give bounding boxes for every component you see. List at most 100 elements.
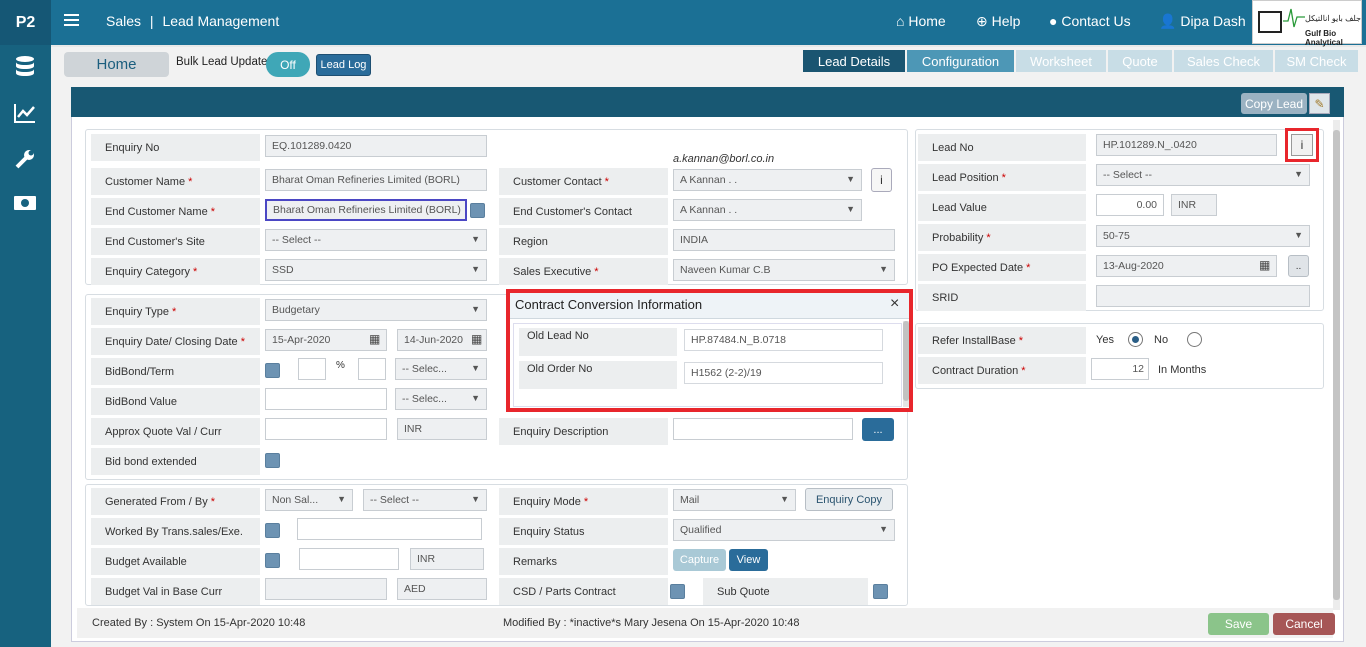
capture-button[interactable]: Capture xyxy=(673,549,726,571)
calendar-icon[interactable]: ▦ xyxy=(1259,258,1270,272)
database-icon[interactable] xyxy=(12,54,38,80)
generated-from-label: Generated From / By * xyxy=(91,488,260,515)
lead-value-field[interactable]: 0.00 xyxy=(1096,194,1164,216)
calendar-icon[interactable]: ▦ xyxy=(369,332,380,346)
generated-by-select[interactable]: -- Select -- xyxy=(363,489,487,511)
contact-info-icon[interactable]: i xyxy=(871,168,892,192)
enquiry-copy-button[interactable]: Enquiry Copy xyxy=(805,488,893,511)
copy-lead-button[interactable]: Copy Lead xyxy=(1241,93,1307,114)
lead-info-icon[interactable]: i xyxy=(1291,134,1313,156)
old-lead-label: Old Lead No xyxy=(519,328,677,356)
approx-quote-currency: INR xyxy=(397,418,487,440)
sub-quote-checkbox[interactable] xyxy=(873,584,888,599)
logo-english-text: Gulf Bio Analytical xyxy=(1305,29,1343,47)
end-customer-contact-select[interactable]: A Kannan . . xyxy=(673,199,862,221)
nav-home[interactable]: ⌂ Home xyxy=(896,13,946,29)
budget-base-field xyxy=(265,578,387,600)
contract-duration-field[interactable]: 12 xyxy=(1091,358,1149,380)
bidbond-value-label: BidBond Value xyxy=(91,388,260,415)
tab-lead-details[interactable]: Lead Details xyxy=(803,50,905,72)
tab-worksheet[interactable]: Worksheet xyxy=(1016,50,1106,72)
enquiry-date-label: Enquiry Date/ Closing Date * xyxy=(91,328,260,355)
contract-duration-label: Contract Duration * xyxy=(918,357,1086,384)
generated-from-select[interactable]: Non Sal... xyxy=(265,489,353,511)
app-logo[interactable]: P2 xyxy=(0,0,51,45)
tab-sales-check[interactable]: Sales Check xyxy=(1174,50,1273,72)
budget-available-checkbox[interactable] xyxy=(265,553,280,568)
bulk-lead-toggle[interactable]: Off xyxy=(266,52,310,77)
chart-icon[interactable] xyxy=(12,100,38,126)
budget-available-field[interactable] xyxy=(299,548,399,570)
enquiry-category-select[interactable]: SSD xyxy=(265,259,487,281)
edit-icon[interactable]: ✎ xyxy=(1309,93,1330,114)
enquiry-description-button[interactable]: ... xyxy=(862,418,894,441)
panel-header xyxy=(71,87,1344,117)
logo-arabic-text: جلف بايو انالتيكل xyxy=(1305,14,1361,23)
nav-user[interactable]: 👤 Dipa Dash xyxy=(1159,13,1246,30)
wrench-icon[interactable] xyxy=(12,146,38,172)
region-field: INDIA xyxy=(673,229,895,251)
customer-contact-select[interactable]: A Kannan . . xyxy=(673,169,862,191)
refer-no-radio[interactable] xyxy=(1187,332,1202,347)
created-by-text: Created By : System On 15-Apr-2020 10:48 xyxy=(92,617,306,629)
money-icon[interactable] xyxy=(12,190,38,216)
bidbond-term-select[interactable]: -- Selec... xyxy=(395,358,487,380)
bidbond-term-field[interactable] xyxy=(358,358,386,380)
close-icon[interactable]: × xyxy=(890,295,899,313)
enquiry-mode-select[interactable]: Mail xyxy=(673,489,796,511)
srid-field[interactable] xyxy=(1096,285,1310,307)
tab-sm-check[interactable]: SM Check xyxy=(1275,50,1358,72)
breadcrumb-section[interactable]: Sales xyxy=(106,13,141,29)
refer-yes-radio[interactable] xyxy=(1128,332,1143,347)
menu-icon[interactable] xyxy=(64,14,79,16)
globe-icon: ⊕ xyxy=(976,13,988,29)
tab-configuration[interactable]: Configuration xyxy=(907,50,1014,72)
bidbond-pct-field[interactable] xyxy=(298,358,326,380)
modal-scrollbar[interactable] xyxy=(903,321,909,407)
worked-by-checkbox[interactable] xyxy=(265,523,280,538)
nav-home-label: Home xyxy=(908,13,946,29)
modified-by-text: Modified By : *inactive*s Mary Jesena On… xyxy=(503,617,800,629)
scrollbar-thumb[interactable] xyxy=(1333,130,1340,600)
home-icon: ⌂ xyxy=(896,13,905,29)
probability-select[interactable]: 50-75 xyxy=(1096,225,1310,247)
end-customer-site-label: End Customer's Site xyxy=(91,228,260,255)
bid-extended-checkbox[interactable] xyxy=(265,453,280,468)
lead-position-select[interactable]: -- Select -- xyxy=(1096,164,1310,186)
enquiry-mode-label: Enquiry Mode * xyxy=(499,488,668,515)
calendar-icon[interactable]: ▦ xyxy=(471,332,482,346)
end-customer-checkbox[interactable] xyxy=(470,203,485,218)
po-date-field[interactable]: 13-Aug-2020 xyxy=(1096,255,1277,277)
end-customer-name-field[interactable]: Bharat Oman Refineries Limited (BORL) xyxy=(265,199,467,221)
end-customer-site-select[interactable]: -- Select -- xyxy=(265,229,487,251)
po-date-button[interactable]: .. xyxy=(1288,255,1309,277)
lead-position-label: Lead Position * xyxy=(918,164,1086,191)
save-button[interactable]: Save xyxy=(1208,613,1269,635)
modal-scrollbar-thumb[interactable] xyxy=(903,321,909,401)
view-button[interactable]: View xyxy=(729,549,768,571)
nav-contact[interactable]: ● Contact Us xyxy=(1049,13,1131,29)
contract-duration-unit: In Months xyxy=(1158,364,1207,376)
home-button[interactable]: Home xyxy=(64,52,169,77)
cancel-button[interactable]: Cancel xyxy=(1273,613,1335,635)
bidbond-term-checkbox[interactable] xyxy=(265,363,280,378)
enquiry-status-select[interactable]: Qualified xyxy=(673,519,895,541)
sales-executive-select[interactable]: Naveen Kumar C.B xyxy=(673,259,895,281)
approx-quote-field[interactable] xyxy=(265,418,387,440)
customer-name-field[interactable]: Bharat Oman Refineries Limited (BORL) xyxy=(265,169,487,191)
sub-quote-label: Sub Quote xyxy=(703,578,868,605)
enquiry-description-field[interactable] xyxy=(673,418,853,440)
lead-no-label: Lead No xyxy=(918,134,1086,161)
nav-help[interactable]: ⊕ Help xyxy=(976,13,1020,30)
lead-value-currency: INR xyxy=(1171,194,1217,216)
enquiry-type-select[interactable]: Budgetary xyxy=(265,299,487,321)
csd-checkbox[interactable] xyxy=(670,584,685,599)
tab-quote[interactable]: Quote xyxy=(1108,50,1172,72)
bidbond-value-select[interactable]: -- Selec... xyxy=(395,388,487,410)
bidbond-value-field[interactable] xyxy=(265,388,387,410)
scrollbar[interactable] xyxy=(1333,120,1340,610)
end-customer-name-label: End Customer Name * xyxy=(91,198,260,225)
worked-by-field[interactable] xyxy=(297,518,482,540)
lead-log-button[interactable]: Lead Log xyxy=(316,54,371,76)
po-date-label: PO Expected Date * xyxy=(918,254,1086,281)
